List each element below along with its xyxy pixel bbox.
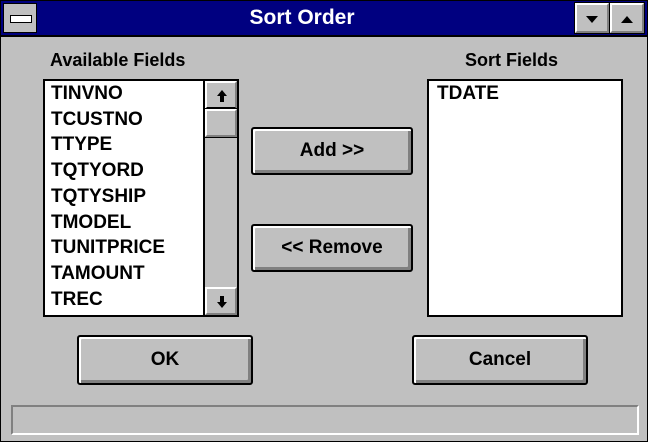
- sort-fields-listbox[interactable]: TDATE: [427, 79, 623, 317]
- add-button-label: Add >>: [299, 140, 365, 161]
- ok-button-label: OK: [150, 349, 180, 370]
- available-field-item[interactable]: TTYPE: [51, 132, 165, 158]
- arrow-up-icon: [217, 90, 227, 102]
- maximize-button[interactable]: [609, 2, 645, 34]
- sort-fields-list: TDATE: [437, 81, 499, 107]
- available-field-item[interactable]: TREC: [51, 287, 165, 313]
- cancel-button-label: Cancel: [468, 349, 532, 370]
- available-fields-listbox[interactable]: TINVNO TCUSTNO TTYPE TQTYORD TQTYSHIP TMODEL T…: [43, 79, 239, 317]
- scroll-up-button[interactable]: [205, 81, 237, 109]
- arrow-down-icon: [217, 296, 227, 308]
- scroll-thumb[interactable]: [204, 108, 238, 138]
- available-field-item[interactable]: TCUSTNO: [51, 107, 165, 133]
- system-menu-icon: [10, 15, 32, 23]
- triangle-up-icon: [621, 16, 633, 23]
- available-field-item[interactable]: TAMOUNT: [51, 261, 165, 287]
- available-field-item[interactable]: TUNITPRICE: [51, 235, 165, 261]
- window-title: Sort Order: [249, 6, 355, 29]
- sort-fields-label: Sort Fields: [465, 50, 559, 70]
- available-fields-label: Available Fields: [50, 50, 186, 70]
- available-field-item[interactable]: TINVNO: [51, 81, 165, 107]
- cancel-button[interactable]: Cancel: [412, 335, 588, 385]
- available-field-item[interactable]: TMODEL: [51, 210, 165, 236]
- scroll-down-button[interactable]: [205, 287, 237, 315]
- sort-order-dialog: Sort Order Available Fields TINVNO TCUSTN…: [0, 0, 648, 442]
- status-bar: [11, 405, 639, 435]
- ok-button[interactable]: OK: [77, 335, 253, 385]
- sort-field-item[interactable]: TDATE: [437, 81, 499, 107]
- system-menu-button[interactable]: [3, 3, 37, 33]
- add-button[interactable]: Add >>: [251, 127, 413, 175]
- remove-button-label: << Remove: [281, 237, 383, 258]
- remove-button[interactable]: << Remove: [251, 224, 413, 272]
- title-bar[interactable]: Sort Order: [1, 1, 647, 37]
- available-fields-scrollbar[interactable]: [203, 81, 238, 315]
- available-fields-list: TINVNO TCUSTNO TTYPE TQTYORD TQTYSHIP TMODEL T…: [51, 81, 165, 312]
- available-field-item[interactable]: TQTYORD: [51, 158, 165, 184]
- triangle-down-icon: [586, 16, 598, 23]
- available-field-item[interactable]: TQTYSHIP: [51, 184, 165, 210]
- minimize-button[interactable]: [574, 2, 610, 34]
